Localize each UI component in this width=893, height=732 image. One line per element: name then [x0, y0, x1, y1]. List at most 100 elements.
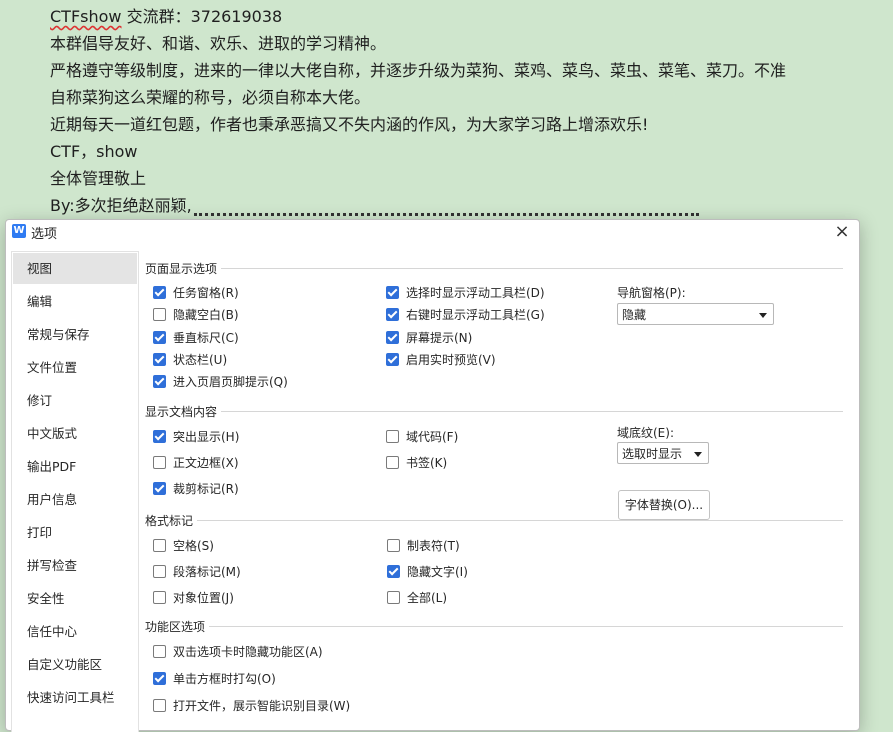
- checkbox-status-bar[interactable]: 状态栏(U): [153, 350, 227, 368]
- checkbox-float-toolbar-select[interactable]: 选择时显示浮动工具栏(D): [386, 283, 545, 301]
- checkbox-label: 制表符(T): [407, 538, 460, 553]
- sidebar-item-revision[interactable]: 修订: [13, 385, 137, 416]
- checkbox-box[interactable]: [386, 352, 399, 366]
- sidebar-item-general[interactable]: 常规与保存: [13, 319, 137, 350]
- sidebar-item-export-pdf[interactable]: 输出PDF: [13, 451, 137, 482]
- checkbox-label: 隐藏空白(B): [173, 307, 239, 322]
- doc-line-1: CTFshow 交流群：372619038: [50, 3, 282, 27]
- doc-line-1-rest: 交流群：372619038: [121, 7, 283, 26]
- field-shading-select[interactable]: 选取时显示: [617, 442, 709, 464]
- checkbox-highlight[interactable]: 突出显示(H): [153, 427, 239, 445]
- doc-line-5: 近期每天一道红包题，作者也秉承恶搞又不失内涵的作风，为大家学习路上增添欢乐!: [50, 115, 649, 134]
- checkbox-label: 隐藏文字(I): [407, 564, 468, 579]
- checkbox-vertical-ruler[interactable]: 垂直标尺(C): [153, 328, 239, 346]
- checkbox-dblclick-hide-ribbon[interactable]: 双击选项卡时隐藏功能区(A): [153, 642, 323, 660]
- sidebar-item-customize-ribbon[interactable]: 自定义功能区: [13, 649, 137, 680]
- checkbox-tab-characters[interactable]: 制表符(T): [387, 536, 460, 554]
- checkbox-label: 启用实时预览(V): [406, 352, 496, 367]
- checkbox-label: 任务窗格(R): [173, 285, 239, 300]
- font-substitution-button[interactable]: 字体替换(O)...: [618, 490, 710, 520]
- sidebar-item-file-location[interactable]: 文件位置: [13, 352, 137, 383]
- chevron-down-icon: [694, 452, 702, 457]
- checkbox-crop-marks[interactable]: 裁剪标记(R): [153, 479, 239, 497]
- doc-line-2: 本群倡导友好、和谐、欢乐、进取的学习精神。: [50, 34, 387, 53]
- checkbox-hide-blank[interactable]: 隐藏空白(B): [153, 305, 239, 323]
- checkbox-hidden-text[interactable]: 隐藏文字(I): [387, 562, 468, 580]
- sidebar-item-spellcheck[interactable]: 拼写检查: [13, 550, 137, 581]
- checkbox-box[interactable]: [387, 538, 400, 552]
- checkbox-spaces[interactable]: 空格(S): [153, 536, 214, 554]
- checkbox-bookmarks[interactable]: 书签(K): [386, 453, 447, 471]
- doc-line-7: 全体管理敬上: [50, 169, 147, 188]
- doc-line-8: By:多次拒绝赵丽颖,: [50, 192, 699, 216]
- checkbox-label: 正文边框(X): [173, 455, 239, 470]
- checkbox-click-to-check[interactable]: 单击方框时打勾(O): [153, 669, 276, 687]
- sidebar-item-view[interactable]: 视图: [13, 253, 137, 284]
- checkbox-label: 书签(K): [406, 455, 448, 470]
- checkbox-box[interactable]: [153, 285, 166, 299]
- close-button[interactable]: ×: [831, 221, 853, 243]
- checkbox-box[interactable]: [386, 285, 399, 299]
- checkbox-box[interactable]: [153, 330, 166, 344]
- checkbox-box[interactable]: [153, 307, 166, 321]
- dialog-titlebar[interactable]: W 选项 ×: [6, 220, 859, 244]
- checkbox-float-toolbar-rightclick[interactable]: 右键时显示浮动工具栏(G): [386, 305, 545, 323]
- checkbox-box[interactable]: [386, 330, 399, 344]
- checkbox-box[interactable]: [153, 481, 166, 495]
- checkbox-smart-toc[interactable]: 打开文件，展示智能识别目录(W): [153, 696, 350, 714]
- checkbox-label: 全部(L): [407, 590, 448, 605]
- sidebar-item-trust-center[interactable]: 信任中心: [13, 616, 137, 647]
- section-divider: [209, 626, 843, 627]
- checkbox-box[interactable]: [153, 455, 166, 469]
- checkbox-label: 垂直标尺(C): [173, 330, 239, 345]
- checkbox-header-footer-tip[interactable]: 进入页眉页脚提示(Q): [153, 372, 288, 390]
- nav-pane-select[interactable]: 隐藏: [617, 303, 774, 325]
- section-title-doc-content: 显示文档内容: [145, 405, 218, 419]
- options-dialog: W 选项 × 视图 编辑 常规与保存 文件位置 修订 中文版式 输出PDF 用户…: [5, 219, 860, 732]
- field-shading-label: 域底纹(E):: [617, 426, 674, 440]
- sidebar-item-edit[interactable]: 编辑: [13, 286, 137, 317]
- checkbox-field-codes[interactable]: 域代码(F): [386, 427, 458, 445]
- sidebar-item-user-info[interactable]: 用户信息: [13, 484, 137, 515]
- checkbox-label: 双击选项卡时隐藏功能区(A): [173, 644, 323, 659]
- section-title-ribbon: 功能区选项: [145, 620, 206, 634]
- section-divider: [221, 268, 843, 269]
- sidebar-item-security[interactable]: 安全性: [13, 583, 137, 614]
- section-title-format-marks: 格式标记: [145, 514, 194, 528]
- checkbox-box[interactable]: [153, 374, 166, 388]
- checkbox-box[interactable]: [153, 590, 166, 604]
- checkbox-box[interactable]: [387, 590, 400, 604]
- doc-line-3: 严格遵守等级制度，进来的一律以大佬自称，并逐步升级为菜狗、菜鸡、菜鸟、菜虫、菜笔…: [50, 61, 787, 80]
- checkbox-live-preview[interactable]: 启用实时预览(V): [386, 350, 496, 368]
- checkbox-object-anchors[interactable]: 对象位置(J): [153, 588, 234, 606]
- checkbox-box[interactable]: [387, 564, 400, 578]
- checkbox-paragraph-marks[interactable]: 段落标记(M): [153, 562, 241, 580]
- checkbox-box[interactable]: [153, 538, 166, 552]
- checkbox-text-border[interactable]: 正文边框(X): [153, 453, 239, 471]
- section-divider: [197, 520, 843, 521]
- checkbox-box[interactable]: [386, 307, 399, 321]
- checkbox-box[interactable]: [386, 429, 399, 443]
- checkbox-label: 段落标记(M): [173, 564, 241, 579]
- checkbox-all-marks[interactable]: 全部(L): [387, 588, 447, 606]
- checkbox-box[interactable]: [153, 429, 166, 443]
- checkbox-box[interactable]: [386, 455, 399, 469]
- doc-line-6: CTF，show: [50, 142, 138, 161]
- nav-pane-value: 隐藏: [622, 308, 647, 322]
- field-shading-value: 选取时显示: [622, 447, 683, 461]
- checkbox-label: 对象位置(J): [173, 590, 234, 605]
- wps-writer-icon: W: [12, 224, 26, 238]
- checkbox-box[interactable]: [153, 564, 166, 578]
- sidebar-item-chinese-layout[interactable]: 中文版式: [13, 418, 137, 449]
- checkbox-box[interactable]: [153, 352, 166, 366]
- checkbox-box[interactable]: [153, 698, 166, 712]
- checkbox-box[interactable]: [153, 644, 166, 658]
- checkbox-task-pane[interactable]: 任务窗格(R): [153, 283, 239, 301]
- checkbox-box[interactable]: [153, 671, 166, 685]
- section-title-page-display: 页面显示选项: [145, 262, 218, 276]
- sidebar-item-quick-access[interactable]: 快速访问工具栏: [13, 682, 137, 713]
- chevron-down-icon: [759, 313, 767, 318]
- checkbox-screen-tips[interactable]: 屏幕提示(N): [386, 328, 472, 346]
- sidebar-item-print[interactable]: 打印: [13, 517, 137, 548]
- checkbox-label: 突出显示(H): [173, 429, 240, 444]
